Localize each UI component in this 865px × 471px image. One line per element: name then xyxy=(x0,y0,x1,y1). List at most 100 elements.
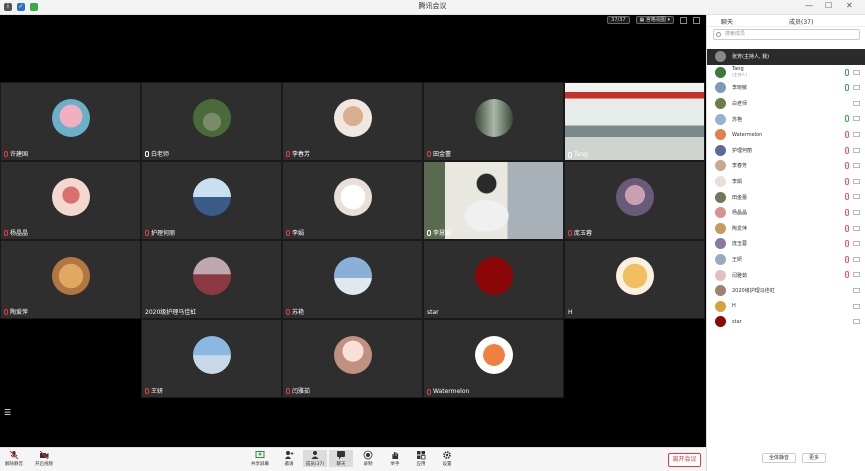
member-row[interactable]: 张芳(主持人, 我) xyxy=(707,49,865,65)
camera-icon[interactable] xyxy=(853,303,860,309)
video-tile[interactable]: Tang xyxy=(564,82,705,161)
record-button[interactable]: 录制 xyxy=(356,450,380,467)
more-button[interactable]: 更多 xyxy=(801,453,826,463)
member-row[interactable]: 白老师 xyxy=(707,96,865,112)
video-tile[interactable]: 陶爱萍 xyxy=(0,240,141,319)
member-status-icons xyxy=(853,303,860,309)
invite-button[interactable]: 邀请 xyxy=(277,450,301,467)
mic-icon[interactable] xyxy=(845,68,849,76)
mic-muted-icon[interactable] xyxy=(845,224,849,232)
member-row[interactable]: 王妍 xyxy=(707,252,865,268)
video-tile[interactable]: 闫雅茹 xyxy=(282,319,423,398)
member-row[interactable]: 陶爱萍 xyxy=(707,221,865,237)
raise-hand-button[interactable]: 举手 xyxy=(383,450,407,467)
camera-icon[interactable] xyxy=(853,241,860,247)
video-tile[interactable]: 王妍 xyxy=(141,319,282,398)
member-row[interactable]: 闫雅茹 xyxy=(707,267,865,283)
mic-muted-icon[interactable] xyxy=(845,240,849,248)
tab-members[interactable]: 成员(37) xyxy=(789,17,813,26)
mic-muted-icon xyxy=(286,387,290,394)
list-menu-icon[interactable]: ☰ xyxy=(4,408,11,417)
member-row[interactable]: 田金蕾 xyxy=(707,189,865,205)
title-bar: i ✓ 腾讯会议 — ☐ ✕ xyxy=(0,0,865,15)
member-row[interactable]: 李娟 xyxy=(707,174,865,190)
camera-icon[interactable] xyxy=(853,287,860,293)
mic-muted-icon[interactable] xyxy=(845,146,849,154)
mic-muted-icon[interactable] xyxy=(845,208,849,216)
member-row[interactable]: 护理何丽 xyxy=(707,143,865,159)
tile-name-label: 杨晶晶 xyxy=(4,228,28,237)
video-tile[interactable]: 护理何丽 xyxy=(141,161,282,240)
camera-icon[interactable] xyxy=(853,85,860,91)
member-row[interactable]: star xyxy=(707,314,865,330)
video-tile[interactable]: H xyxy=(564,240,705,319)
video-tile[interactable]: 苏艳 xyxy=(282,240,423,319)
record-icon xyxy=(363,450,373,460)
camera-icon[interactable] xyxy=(853,256,860,262)
member-name-text: 护理何丽 xyxy=(732,147,753,154)
video-button[interactable]: 开启视频 xyxy=(32,450,56,467)
mic-muted-icon[interactable] xyxy=(845,193,849,201)
mute-button[interactable]: 解除静音 xyxy=(2,450,26,467)
mic-muted-icon xyxy=(286,150,290,157)
minimize-icon[interactable]: — xyxy=(805,1,813,10)
member-row[interactable]: 2020级护理马佳虹 xyxy=(707,283,865,299)
camera-icon[interactable] xyxy=(853,178,860,184)
mute-all-button[interactable]: 全体静音 xyxy=(761,453,796,463)
video-tile[interactable]: 李娟 xyxy=(282,161,423,240)
camera-icon[interactable] xyxy=(853,131,860,137)
mic-icon[interactable] xyxy=(845,115,849,123)
video-tile[interactable]: 田金蕾 xyxy=(423,82,564,161)
member-row[interactable]: 庞玉蓉 xyxy=(707,236,865,252)
mic-muted-icon xyxy=(427,150,431,157)
member-row[interactable]: H xyxy=(707,299,865,315)
members-button[interactable]: 成员(37) xyxy=(303,450,327,467)
camera-off-icon xyxy=(39,450,49,460)
camera-icon[interactable] xyxy=(853,225,860,231)
video-tile[interactable]: 李春芳 xyxy=(282,82,423,161)
maximize-icon[interactable]: ☐ xyxy=(825,1,832,10)
camera-icon[interactable] xyxy=(853,69,860,75)
apps-button[interactable]: 应用 xyxy=(409,450,433,467)
view-switch-button[interactable]: ▦ 宫格视图 ▾ xyxy=(635,16,674,24)
video-tile[interactable]: Watermelon xyxy=(423,319,564,398)
member-row[interactable]: 李晓敏 xyxy=(707,80,865,96)
leave-meeting-button[interactable]: 离开会议 xyxy=(668,453,701,467)
video-tile[interactable]: 庞玉蓉 xyxy=(564,161,705,240)
video-tile[interactable]: star xyxy=(423,240,564,319)
mic-muted-icon[interactable] xyxy=(845,130,849,138)
avatar xyxy=(715,144,726,156)
chat-button[interactable]: 聊天 xyxy=(329,450,353,467)
member-row[interactable]: 李春芳 xyxy=(707,158,865,174)
tab-chat[interactable]: 聊天 xyxy=(721,17,733,26)
popout-icon[interactable] xyxy=(693,16,700,24)
camera-icon[interactable] xyxy=(853,194,860,200)
fullscreen-icon[interactable] xyxy=(680,16,687,24)
member-row[interactable]: 杨晶晶 xyxy=(707,205,865,221)
video-tile[interactable]: 2020级护理马佳虹 xyxy=(141,240,282,319)
mic-muted-icon[interactable] xyxy=(845,271,849,279)
settings-button[interactable]: 设置 xyxy=(435,450,459,467)
mic-muted-icon[interactable] xyxy=(845,162,849,170)
member-row[interactable]: 苏艳 xyxy=(707,111,865,127)
member-row[interactable]: Watermelon xyxy=(707,127,865,143)
camera-icon[interactable] xyxy=(853,147,860,153)
camera-icon[interactable] xyxy=(853,163,860,169)
camera-icon[interactable] xyxy=(853,100,860,106)
video-tile[interactable]: 白老师 xyxy=(141,82,282,161)
mic-muted-icon[interactable] xyxy=(845,177,849,185)
camera-icon[interactable] xyxy=(853,209,860,215)
close-icon[interactable]: ✕ xyxy=(846,1,853,10)
camera-icon[interactable] xyxy=(853,319,860,325)
share-screen-button[interactable]: 共享屏幕 xyxy=(248,450,272,467)
camera-icon[interactable] xyxy=(853,116,860,122)
meeting-app: i ✓ 腾讯会议 — ☐ ✕ 37/37 ▦ 宫格视图 ▾ 许建国 白老师 李春芳田… xyxy=(0,0,865,471)
video-tile[interactable]: 杨晶晶 xyxy=(0,161,141,240)
video-tile[interactable]: 李慧娟 xyxy=(423,161,564,240)
video-tile[interactable]: 许建国 xyxy=(0,82,141,161)
mic-icon[interactable] xyxy=(845,84,849,92)
mic-muted-icon[interactable] xyxy=(845,255,849,263)
camera-icon[interactable] xyxy=(853,272,860,278)
member-search-input[interactable]: 搜索成员 xyxy=(713,29,860,40)
member-row[interactable]: Tang (主持人) xyxy=(707,65,865,81)
